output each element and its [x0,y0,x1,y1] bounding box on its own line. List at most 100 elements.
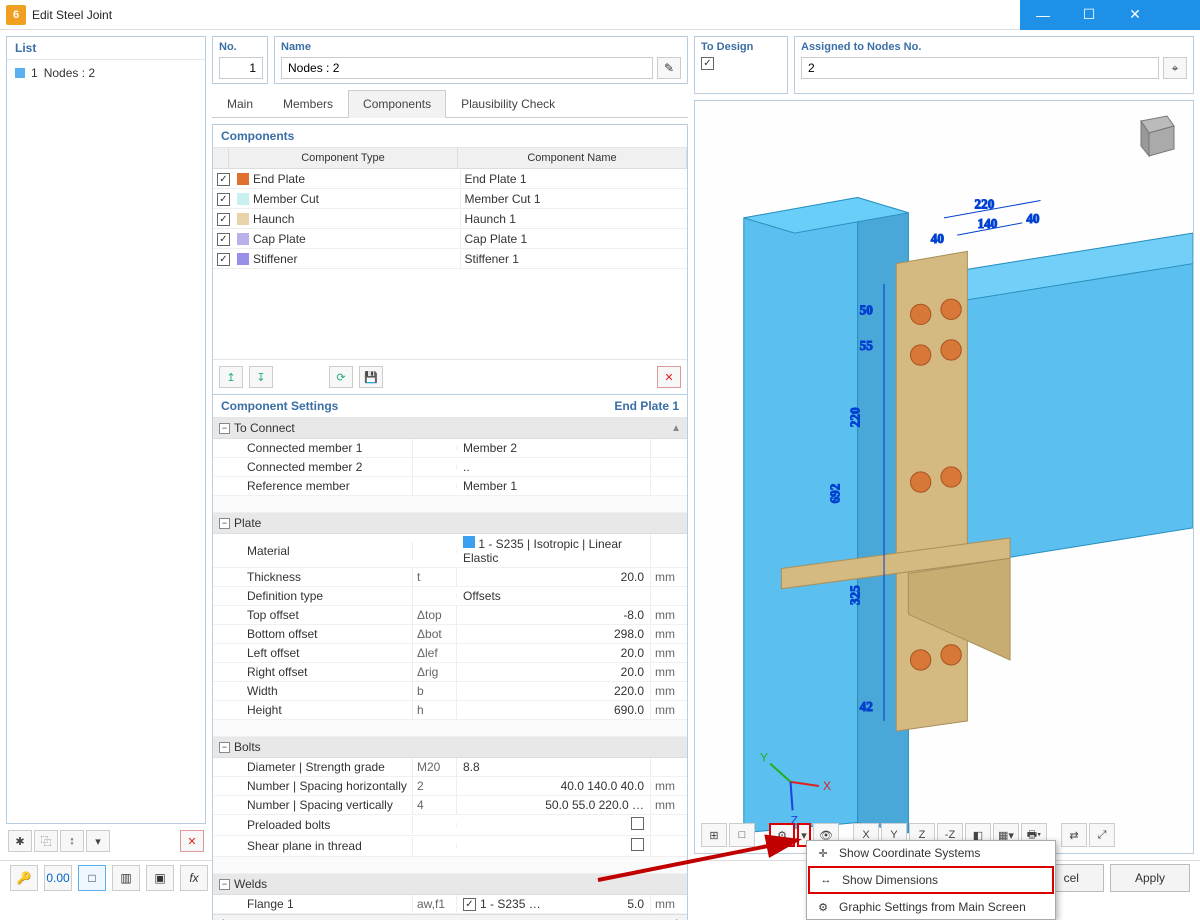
component-row[interactable]: Cap Plate Cap Plate 1 [213,229,687,249]
definition-type[interactable]: Offsets [457,587,651,605]
collapse-icon[interactable]: − [219,879,230,890]
component-row[interactable]: Stiffener Stiffener 1 [213,249,687,269]
component-enabled-checkbox[interactable] [217,233,230,246]
tab-components[interactable]: Components [348,90,446,118]
connected-member-1[interactable]: Member 2 [457,439,651,457]
bolt-diameter[interactable]: 8.8 [457,758,651,776]
bolt-spacing-h[interactable]: 40.0 140.0 40.0 [457,777,651,795]
new-item-button[interactable]: ✱ [8,830,32,852]
component-row[interactable]: End Plate End Plate 1 [213,169,687,189]
save-button[interactable]: 💾 [359,366,383,388]
pick-nodes-button[interactable]: ⌖ [1163,57,1187,79]
edit-name-button[interactable]: ✎ [657,57,681,79]
move-up-button[interactable]: ↥ [219,366,243,388]
display-options-button[interactable]: ⚙ [769,823,795,847]
component-row[interactable]: Member Cut Member Cut 1 [213,189,687,209]
3d-viewer[interactable]: 220 140 40 40 50 55 220 692 325 42 X [694,100,1194,854]
weld-enabled-checkbox[interactable] [463,898,476,911]
assigned-input[interactable] [801,57,1159,79]
view-mode-3-button[interactable]: ▣ [146,865,174,891]
sort-desc-button[interactable]: ▾ [86,830,110,852]
collapse-icon[interactable]: − [219,423,230,434]
tab-main[interactable]: Main [212,90,268,117]
to-design-checkbox[interactable] [701,57,714,70]
joint-render: 220 140 40 40 50 55 220 692 325 42 X [695,101,1193,853]
assigned-field: Assigned to Nodes No. ⌖ [794,36,1194,94]
delete-item-button[interactable]: ✕ [180,830,204,852]
move-down-button[interactable]: ↧ [249,366,273,388]
group-welds[interactable]: −Welds [213,874,687,895]
dimension-icon: ↔ [818,872,834,888]
view-button-2[interactable]: □ [729,823,755,847]
plate-material[interactable]: 1 - S235 | Isotropic | Linear Elastic [457,534,651,567]
script-button[interactable]: fx [180,865,208,891]
shear-checkbox[interactable] [631,838,644,851]
component-swatch [237,173,249,185]
tab-members[interactable]: Members [268,90,348,117]
collapse-icon[interactable]: − [219,742,230,753]
copy-item-button[interactable]: ⿻ [34,830,58,852]
left-offset[interactable]: 20.0 [457,644,651,662]
component-enabled-checkbox[interactable] [217,173,230,186]
view-button-1[interactable]: ⊞ [701,823,727,847]
remove-component-button[interactable]: ✕ [657,366,681,388]
component-type: Cap Plate [253,232,306,246]
units-button[interactable]: 0.00 [44,865,72,891]
settings-scrollbar[interactable]: ◄► [213,914,687,920]
component-row[interactable]: Haunch Haunch 1 [213,209,687,229]
svg-text:325: 325 [848,585,863,605]
help-button[interactable]: 🔑 [10,865,38,891]
svg-text:42: 42 [860,699,874,714]
bolt-spacing-v[interactable]: 50.0 55.0 220.0 … [457,796,651,814]
close-button[interactable]: ✕ [1112,0,1158,30]
plate-width[interactable]: 220.0 [457,682,651,700]
link-button[interactable]: ⇄ [1061,823,1087,847]
top-offset[interactable]: -8.0 [457,606,651,624]
component-enabled-checkbox[interactable] [217,193,230,206]
component-swatch [237,233,249,245]
refresh-button[interactable]: ⟳ [329,366,353,388]
components-grid-header: Component Type Component Name [213,148,687,169]
menu-show-dimensions[interactable]: ↔ Show Dimensions [808,866,1054,894]
name-input[interactable] [281,57,653,79]
minimize-button[interactable]: — [1020,0,1066,30]
component-name: Haunch 1 [460,210,688,228]
component-enabled-checkbox[interactable] [217,253,230,266]
plate-thickness[interactable]: 20.0 [457,568,651,586]
group-bolts[interactable]: −Bolts [213,737,687,758]
apply-button[interactable]: Apply [1110,864,1190,892]
plate-height[interactable]: 690.0 [457,701,651,719]
to-design-label: To Design [701,41,781,53]
connected-member-2[interactable]: .. [457,458,651,476]
group-plate[interactable]: −Plate [213,513,687,534]
detach-button[interactable]: ⤢ [1089,823,1115,847]
list-toolbar: ✱ ⿻ ↕ ▾ ✕ [6,828,206,854]
component-type: Stiffener [253,252,297,266]
name-field: Name ✎ [274,36,688,84]
bottom-offset[interactable]: 298.0 [457,625,651,643]
component-enabled-checkbox[interactable] [217,213,230,226]
list-body: 1 Nodes : 2 [7,60,205,820]
app-icon: 6 [6,5,26,25]
no-input[interactable] [219,57,263,79]
group-to-connect[interactable]: −To Connect▲ [213,418,687,439]
menu-show-coord-systems[interactable]: ✛ Show Coordinate Systems [807,841,1055,865]
display-context-menu: ✛ Show Coordinate Systems ↔ Show Dimensi… [806,840,1056,920]
preloaded-checkbox[interactable] [631,817,644,830]
sort-button[interactable]: ↕ [60,830,84,852]
reference-member[interactable]: Member 1 [457,477,651,495]
maximize-button[interactable]: ☐ [1066,0,1112,30]
view-mode-1-button[interactable]: □ [78,865,106,891]
list-item[interactable]: 1 Nodes : 2 [11,64,201,82]
weld-material: 1 - S235 … [480,897,541,911]
view-cube[interactable] [1129,111,1179,161]
menu-graphic-settings[interactable]: ⚙ Graphic Settings from Main Screen [807,895,1055,919]
component-name: Stiffener 1 [460,250,688,268]
titlebar: 6 Edit Steel Joint — ☐ ✕ [0,0,1200,30]
tabs: Main Members Components Plausibility Che… [212,90,688,118]
collapse-icon[interactable]: − [219,518,230,529]
component-name: End Plate 1 [460,170,688,188]
tab-plausibility[interactable]: Plausibility Check [446,90,570,117]
view-mode-2-button[interactable]: ▥ [112,865,140,891]
right-offset[interactable]: 20.0 [457,663,651,681]
